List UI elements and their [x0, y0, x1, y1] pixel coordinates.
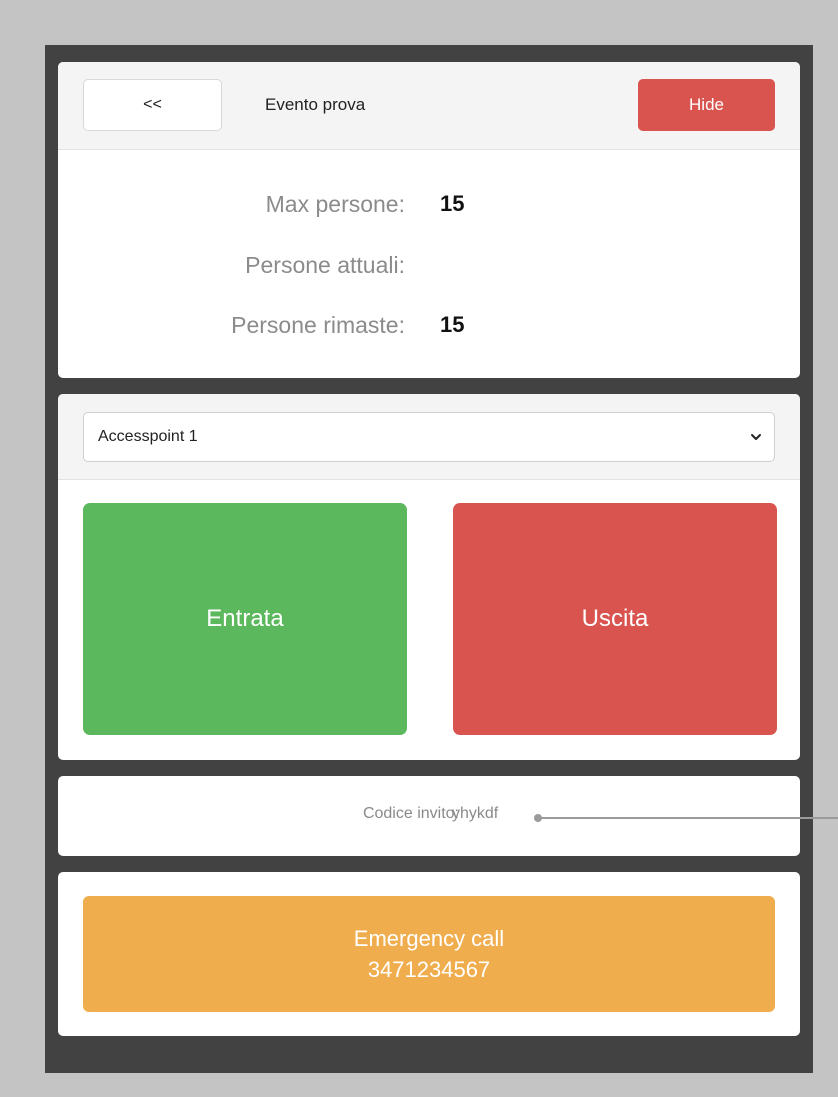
event-header: << Evento prova Hide [58, 62, 800, 150]
max-persone-value: 15 [440, 191, 465, 216]
chevron-down-icon [751, 434, 761, 440]
event-title: Evento prova [265, 95, 366, 114]
callout-pointer [534, 814, 838, 822]
persone-rimaste-label: Persone rimaste: [231, 312, 405, 338]
access-header: Accesspoint 1 [58, 394, 800, 480]
access-card: Accesspoint 1 Entrata Uscita [58, 394, 800, 760]
stat-row-current: Persone attuali: [58, 252, 800, 286]
persone-rimaste-value: 15 [440, 312, 465, 337]
emergency-card: Emergency call 3471234567 [58, 872, 800, 1036]
entrata-button[interactable]: Entrata [83, 503, 407, 735]
invite-code-value: yhykdf [452, 805, 499, 822]
accesspoint-select[interactable]: Accesspoint 1 [83, 412, 775, 462]
hide-button[interactable]: Hide [638, 79, 775, 131]
max-persone-label: Max persone: [265, 191, 405, 217]
persone-attuali-label: Persone attuali: [245, 252, 405, 278]
event-info-card: << Evento prova Hide Max persone: 15 Per… [58, 62, 800, 378]
back-button[interactable]: << [83, 79, 222, 131]
emergency-call-button[interactable]: Emergency call 3471234567 [83, 896, 775, 1012]
uscita-button[interactable]: Uscita [453, 503, 777, 735]
emergency-call-phone: 3471234567 [367, 957, 491, 982]
stat-row-max: Max persone: 15 [58, 191, 800, 225]
emergency-call-title: Emergency call [353, 926, 505, 951]
invite-code-label: Codice invito: [362, 805, 459, 822]
stat-row-remaining: Persone rimaste: 15 [58, 312, 800, 346]
accesspoint-selected-value: Accesspoint 1 [98, 428, 198, 445]
